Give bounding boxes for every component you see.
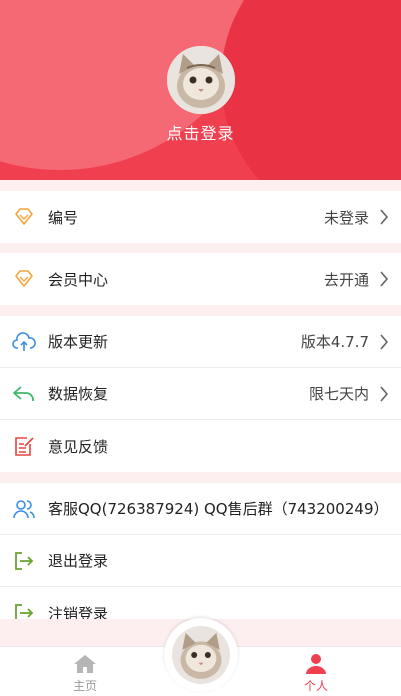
row-id-value: 未登录 xyxy=(323,208,369,227)
tab-me[interactable]: 个人 xyxy=(276,653,356,694)
diamond-icon xyxy=(15,208,33,225)
row-update[interactable]: 版本更新 版本4.7.7 xyxy=(0,316,401,368)
cat-avatar-icon xyxy=(172,626,230,684)
tab-home-label: 主页 xyxy=(72,679,97,693)
row-restore-value: 限七天内 xyxy=(308,385,369,403)
edit-note-icon xyxy=(15,437,34,456)
row-restore-label: 数据恢复 xyxy=(48,385,109,403)
row-vip[interactable]: 会员中心 去开通 xyxy=(0,253,401,305)
chevron-right-icon xyxy=(380,386,389,402)
row-id-label: 编号 xyxy=(48,208,79,227)
diamond-icon xyxy=(15,270,33,287)
avatar[interactable] xyxy=(167,46,235,114)
users-icon xyxy=(13,500,35,519)
tab-home[interactable]: 主页 xyxy=(45,653,125,694)
home-icon xyxy=(74,655,96,673)
row-feedback-label: 意见反馈 xyxy=(48,437,109,456)
reply-arrow-icon xyxy=(13,386,34,401)
row-vip-value: 去开通 xyxy=(323,270,369,289)
row-id[interactable]: 编号 未登录 xyxy=(0,191,401,243)
row-update-label: 版本更新 xyxy=(48,333,109,351)
chevron-right-icon xyxy=(380,334,389,350)
center-avatar-button[interactable] xyxy=(164,618,238,692)
row-deregister[interactable]: 注销登录 xyxy=(0,587,401,619)
row-logout-label: 退出登录 xyxy=(48,552,109,570)
row-update-value: 版本4.7.7 xyxy=(300,333,369,351)
user-icon xyxy=(306,654,326,674)
group-account: 客服QQ(726387924) QQ售后群（743200249） 退出登录 注销… xyxy=(0,483,401,619)
row-deregister-label: 注销登录 xyxy=(48,604,109,620)
row-feedback[interactable]: 意见反馈 xyxy=(0,420,401,472)
group-app: 版本更新 版本4.7.7 数据恢复 限七天内 意见反馈 xyxy=(0,316,401,472)
row-service[interactable]: 客服QQ(726387924) QQ售后群（743200249） xyxy=(0,483,401,535)
tab-me-label: 个人 xyxy=(303,679,328,693)
login-prompt[interactable]: 点击登录 xyxy=(0,120,401,144)
row-restore[interactable]: 数据恢复 限七天内 xyxy=(0,368,401,420)
group-vip: 会员中心 去开通 xyxy=(0,253,401,305)
group-id: 编号 未登录 xyxy=(0,191,401,243)
profile-header: 点击登录 xyxy=(0,0,401,180)
row-logout[interactable]: 退出登录 xyxy=(0,535,401,587)
row-vip-label: 会员中心 xyxy=(48,270,109,289)
logout-icon xyxy=(15,552,34,570)
cloud-upload-icon xyxy=(12,332,36,351)
chevron-right-icon xyxy=(380,209,389,225)
row-service-label: 客服QQ(726387924) QQ售后群（743200249） xyxy=(48,500,389,518)
logout-icon xyxy=(15,604,34,619)
chevron-right-icon xyxy=(380,271,389,287)
